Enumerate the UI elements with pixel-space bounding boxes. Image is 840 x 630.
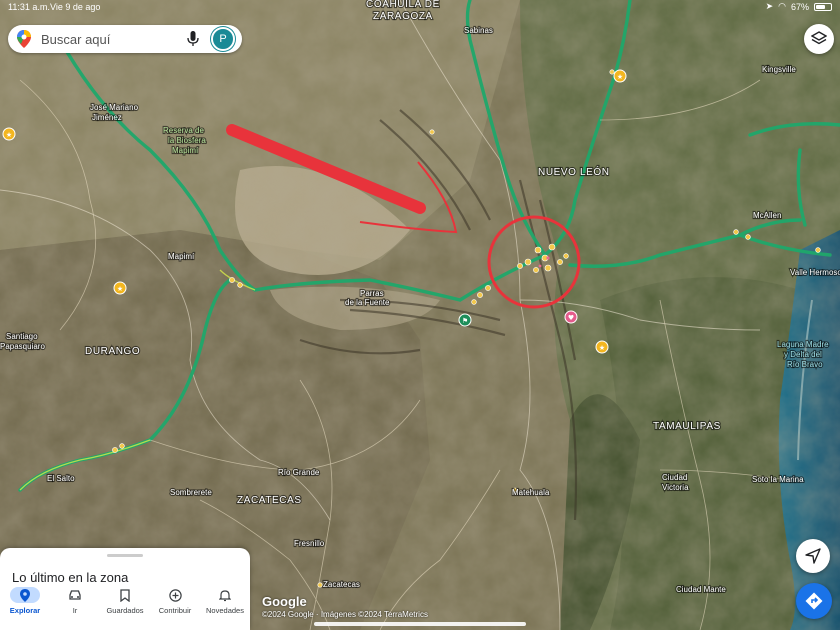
label-nuevo-leon: NUEVO LEÓN xyxy=(538,165,610,178)
mic-icon[interactable] xyxy=(187,31,199,47)
label-valle-hermoso: Valle Hermoso xyxy=(790,268,840,277)
search-bar[interactable]: P xyxy=(8,25,242,53)
label-laguna-2: y Delta del xyxy=(784,350,822,359)
label-santiago-1: Santiago xyxy=(6,332,38,341)
label-durango: DURANGO xyxy=(85,346,140,357)
add-circle-icon xyxy=(160,587,190,603)
label-matehuala: Matehuala xyxy=(512,488,550,497)
label-reserva-3: Mapimí xyxy=(172,146,199,155)
sheet-drag-handle[interactable] xyxy=(107,554,143,557)
label-tamaulipas: TAMAULIPAS xyxy=(653,421,721,432)
label-laguna-3: Río Bravo xyxy=(787,360,823,369)
maps-pin-icon xyxy=(17,30,31,48)
label-jose-mariano: José Mariano xyxy=(90,103,139,112)
bookmark-icon xyxy=(110,587,140,603)
bottom-nav: Explorar Ir Guardados Contribuir Novedad… xyxy=(0,583,250,630)
satellite-map[interactable]: ★★★ ★♥⚑ COAHUILA DE ZARAGOZA Sabinas Kin… xyxy=(0,0,840,630)
nav-updates[interactable]: Novedades xyxy=(200,583,250,630)
nav-explore-label: Explorar xyxy=(9,606,41,615)
svg-text:★: ★ xyxy=(117,285,123,293)
label-kingsville: Kingsville xyxy=(762,65,796,74)
label-reserva-2: la Biosfera xyxy=(168,136,206,145)
map-attribution[interactable]: ©2024 Google · Imágenes ©2024 TerraMetri… xyxy=(262,610,428,619)
nav-go-label: Ir xyxy=(72,606,78,615)
nav-contribute-label: Contribuir xyxy=(158,606,192,615)
label-ciudad-victoria-2: Victoria xyxy=(662,483,689,492)
google-logo: Google xyxy=(262,594,307,609)
label-laguna-1: Laguna Madre xyxy=(777,340,829,349)
wifi-icon: ◠ xyxy=(778,1,786,11)
label-rio-grande: Río Grande xyxy=(278,468,320,477)
search-input[interactable] xyxy=(39,30,183,48)
label-ciudad-mante: Ciudad Mante xyxy=(676,585,726,594)
label-mcallen: McAllen xyxy=(753,211,781,220)
status-time: 11:31 a.m. xyxy=(8,2,50,12)
layers-button[interactable] xyxy=(804,24,834,54)
label-parras-1: Parras xyxy=(360,289,384,298)
explore-pin-icon xyxy=(10,587,40,603)
svg-text:♥: ♥ xyxy=(568,314,574,322)
status-bar: 11:31 a.m. Vie 9 de ago ➤ ◠ 67% xyxy=(0,0,840,14)
label-sabinas: Sabinas xyxy=(464,26,493,35)
label-fresnillo: Fresnillo xyxy=(294,539,325,548)
label-parras-2: de la Fuente xyxy=(345,298,390,307)
label-jimenez: Jiménez xyxy=(92,113,122,122)
label-zacatecas-city: Zacatecas xyxy=(323,580,360,589)
nav-contribute[interactable]: Contribuir xyxy=(150,583,200,630)
nav-updates-label: Novedades xyxy=(206,606,244,615)
nav-explore[interactable]: Explorar xyxy=(0,583,50,630)
label-mapimi: Mapimí xyxy=(168,252,195,261)
label-santiago-2: Papasquiaro xyxy=(0,342,45,351)
nav-saved-label: Guardados xyxy=(106,606,144,615)
nav-go[interactable]: Ir xyxy=(50,583,100,630)
svg-text:★: ★ xyxy=(599,344,605,352)
navigation-arrow-icon xyxy=(805,548,821,564)
label-zacatecas-state: ZACATECAS xyxy=(237,495,302,506)
battery-level-fill xyxy=(816,4,826,9)
location-arrow-icon: ➤ xyxy=(765,1,774,11)
avatar[interactable]: P xyxy=(211,27,235,51)
svg-text:⚑: ⚑ xyxy=(462,317,468,325)
directions-button[interactable] xyxy=(796,583,832,619)
my-location-button[interactable] xyxy=(796,539,830,573)
bell-icon xyxy=(210,587,240,603)
car-icon xyxy=(60,587,90,603)
svg-text:★: ★ xyxy=(617,73,623,81)
status-date: Vie 9 de ago xyxy=(50,2,101,12)
label-reserva-1: Reserva de xyxy=(163,126,204,135)
label-sombrerete: Sombrerete xyxy=(170,488,212,497)
nav-saved[interactable]: Guardados xyxy=(100,583,150,630)
battery-percent: 67% xyxy=(790,1,809,12)
battery-icon xyxy=(814,2,832,11)
directions-icon xyxy=(805,592,823,610)
status-right: ➤ ◠ 67% xyxy=(766,1,832,12)
label-soto-la-marina: Soto la Marina xyxy=(752,475,804,484)
label-el-salto: El Salto xyxy=(47,474,75,483)
home-indicator[interactable] xyxy=(314,622,526,626)
svg-text:★: ★ xyxy=(6,131,12,139)
label-ciudad-victoria-1: Ciudad xyxy=(662,473,687,482)
layers-icon xyxy=(811,31,827,45)
